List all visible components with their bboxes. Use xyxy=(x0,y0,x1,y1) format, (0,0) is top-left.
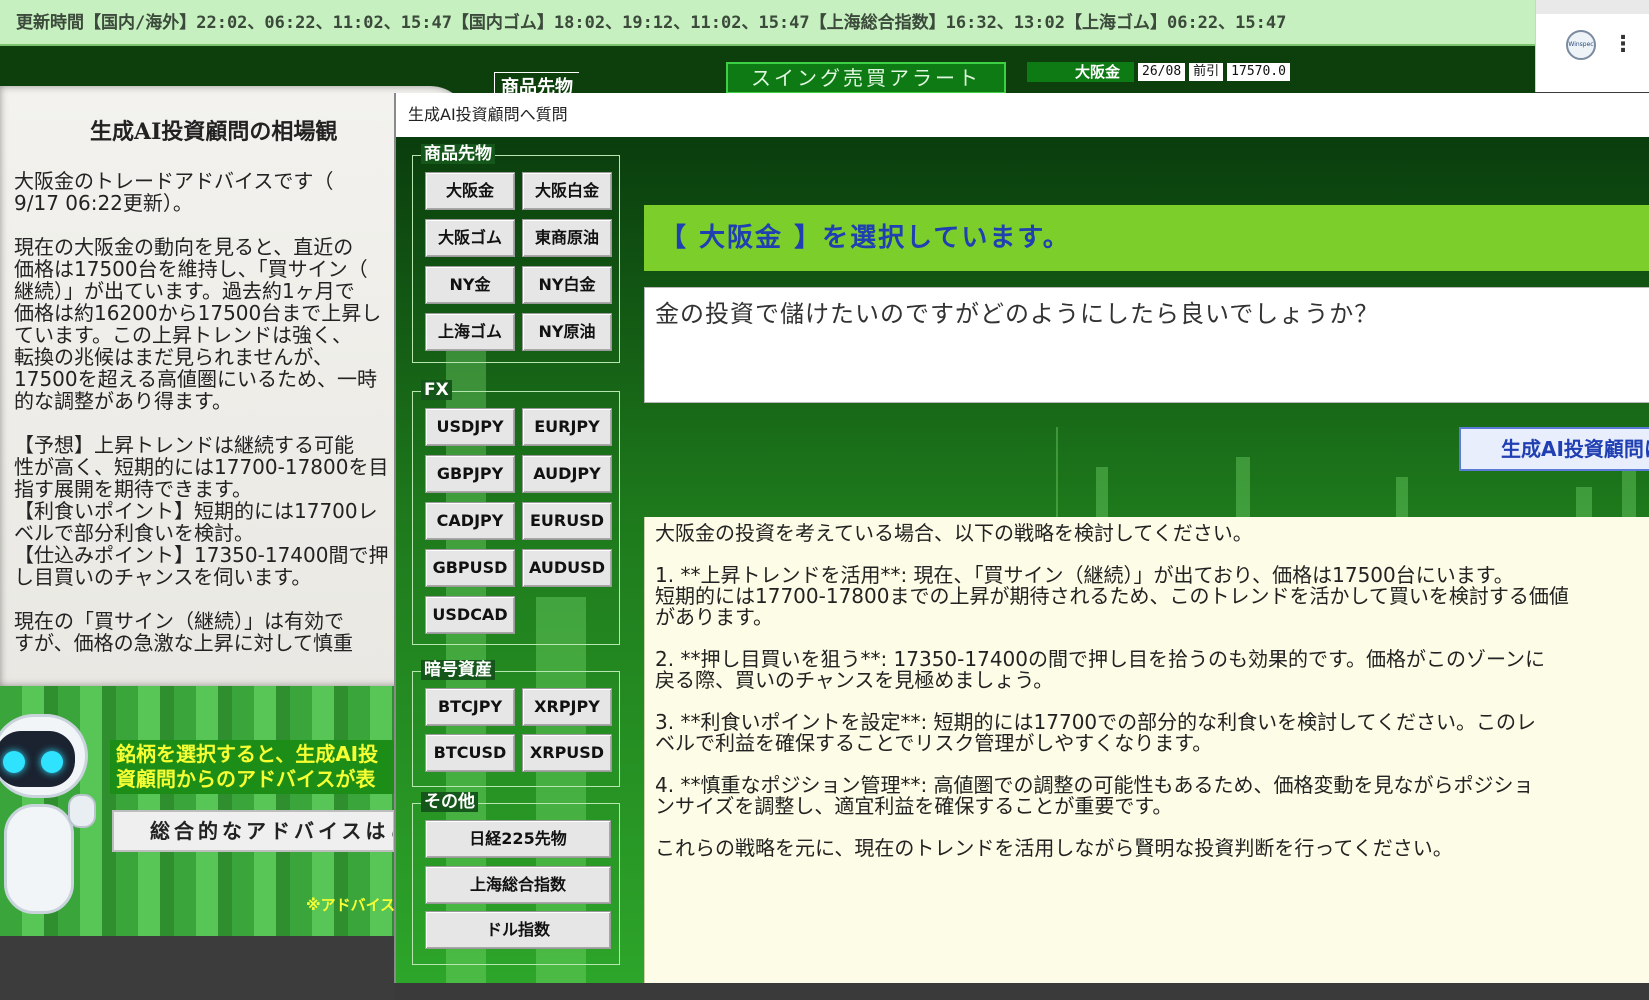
browser-side-strip: Winspec ⋮ xyxy=(1535,0,1649,92)
banner-message: 銘柄を選択すると、生成AI投資顧問からのアドバイスが表示されます。 xyxy=(110,740,395,794)
asset-button-cadjpy[interactable]: CADJPY xyxy=(425,502,515,540)
asset-button-dollar-index[interactable]: ドル指数 xyxy=(425,911,611,949)
asset-button-shanghai-composite[interactable]: 上海総合指数 xyxy=(425,866,611,904)
background-commodity-label: 商品先物 xyxy=(494,72,579,98)
bottom-strip xyxy=(0,936,394,1000)
dialog-body: 商品先物 大阪金 大阪白金 大阪ゴム 東商原油 NY金 NY白金 上海ゴム NY… xyxy=(396,137,1649,983)
group-commodity-label: 商品先物 xyxy=(421,144,495,164)
price-ticker: 大阪金 26/08 前引 17570.0 xyxy=(1027,62,1290,82)
asset-button-btcjpy[interactable]: BTCJPY xyxy=(425,688,515,726)
asset-button-xrpjpy[interactable]: XRPJPY xyxy=(522,688,612,726)
swing-alert-button[interactable]: スイング売買アラート xyxy=(726,62,1006,94)
group-other: その他 日経225先物 上海総合指数 ドル指数 xyxy=(412,792,620,965)
asset-button-audjpy[interactable]: AUDJPY xyxy=(522,455,612,493)
asset-button-xrpusd[interactable]: XRPUSD xyxy=(522,734,612,772)
group-fx: FX USDJPY EURJPY GBPJPY AUDJPY CADJPY EU… xyxy=(412,380,620,645)
winspec-logo[interactable]: Winspec xyxy=(1566,30,1596,60)
ask-ai-button[interactable]: 生成AI投資顧問に質問 xyxy=(1459,427,1649,471)
outlook-title: 生成AI投資顧問の相場観 xyxy=(90,119,338,145)
asset-button-eurusd[interactable]: EURUSD xyxy=(522,502,612,540)
group-crypto: 暗号資産 BTCJPY XRPJPY BTCUSD XRPUSD xyxy=(412,660,620,787)
asset-button-gbpjpy[interactable]: GBPJPY xyxy=(425,455,515,493)
asset-button-usdcad[interactable]: USDCAD xyxy=(425,596,515,634)
selection-banner: 【 大阪金 】を選択しています。 xyxy=(644,205,1649,271)
kebab-menu-icon[interactable]: ⋮ xyxy=(1612,30,1634,60)
asset-button-nikkei225[interactable]: 日経225先物 xyxy=(425,820,611,858)
group-commodity: 商品先物 大阪金 大阪白金 大阪ゴム 東商原油 NY金 NY白金 上海ゴム NY… xyxy=(412,144,620,363)
group-crypto-label: 暗号資産 xyxy=(421,660,495,680)
asset-button-ny-crude[interactable]: NY原油 xyxy=(522,313,612,351)
asset-button-shanghai-rubber[interactable]: 上海ゴム xyxy=(425,313,515,351)
ticker-session: 前引 xyxy=(1189,63,1224,81)
ticker-name: 大阪金 xyxy=(1027,62,1135,82)
asset-button-usdjpy[interactable]: USDJPY xyxy=(425,408,515,446)
answer-output: 大阪金の投資を考えている場合、以下の戦略を検討してください。 1. **上昇トレ… xyxy=(644,517,1649,983)
asset-button-ny-gold[interactable]: NY金 xyxy=(425,266,515,304)
group-other-label: その他 xyxy=(421,792,478,812)
advice-note: ※アドバイス xyxy=(306,896,396,914)
asset-button-gbpusd[interactable]: GBPUSD xyxy=(425,549,515,587)
ask-ai-dialog: 生成AI投資顧問へ質問 商品先物 大阪金 大阪白金 大阪ゴム 東商原油 NY金 … xyxy=(394,93,1649,983)
asset-button-osaka-gold[interactable]: 大阪金 xyxy=(425,172,515,210)
asset-button-ny-platinum[interactable]: NY白金 xyxy=(522,266,612,304)
outlook-text: 大阪金のトレードアドバイスです（ 9/17 06:22更新）。 現在の大阪金の動… xyxy=(14,169,389,655)
question-input[interactable]: 金の投資で儲けたいのですがどのようにしたら良いでしょうか？ xyxy=(644,287,1649,403)
ticker-date: 26/08 xyxy=(1138,63,1186,81)
dialog-title: 生成AI投資顧問へ質問 xyxy=(396,93,1649,137)
asset-button-osaka-rubber[interactable]: 大阪ゴム xyxy=(425,219,515,257)
robot-mascot-icon xyxy=(0,714,100,934)
asset-button-btcusd[interactable]: BTCUSD xyxy=(425,734,515,772)
asset-button-tocom-crude[interactable]: 東商原油 xyxy=(522,219,612,257)
asset-button-audusd[interactable]: AUDUSD xyxy=(522,549,612,587)
asset-button-eurjpy[interactable]: EURJPY xyxy=(522,408,612,446)
overall-advice-button[interactable]: 総合的なアドバイスはこちら xyxy=(112,810,395,852)
ticker-price: 17570.0 xyxy=(1227,63,1290,81)
group-fx-label: FX xyxy=(421,380,452,400)
update-times-bar: 更新時間【国内/海外】22:02、06:22、11:02、15:47【国内ゴム】… xyxy=(0,0,1535,46)
asset-button-osaka-platinum[interactable]: 大阪白金 xyxy=(522,172,612,210)
